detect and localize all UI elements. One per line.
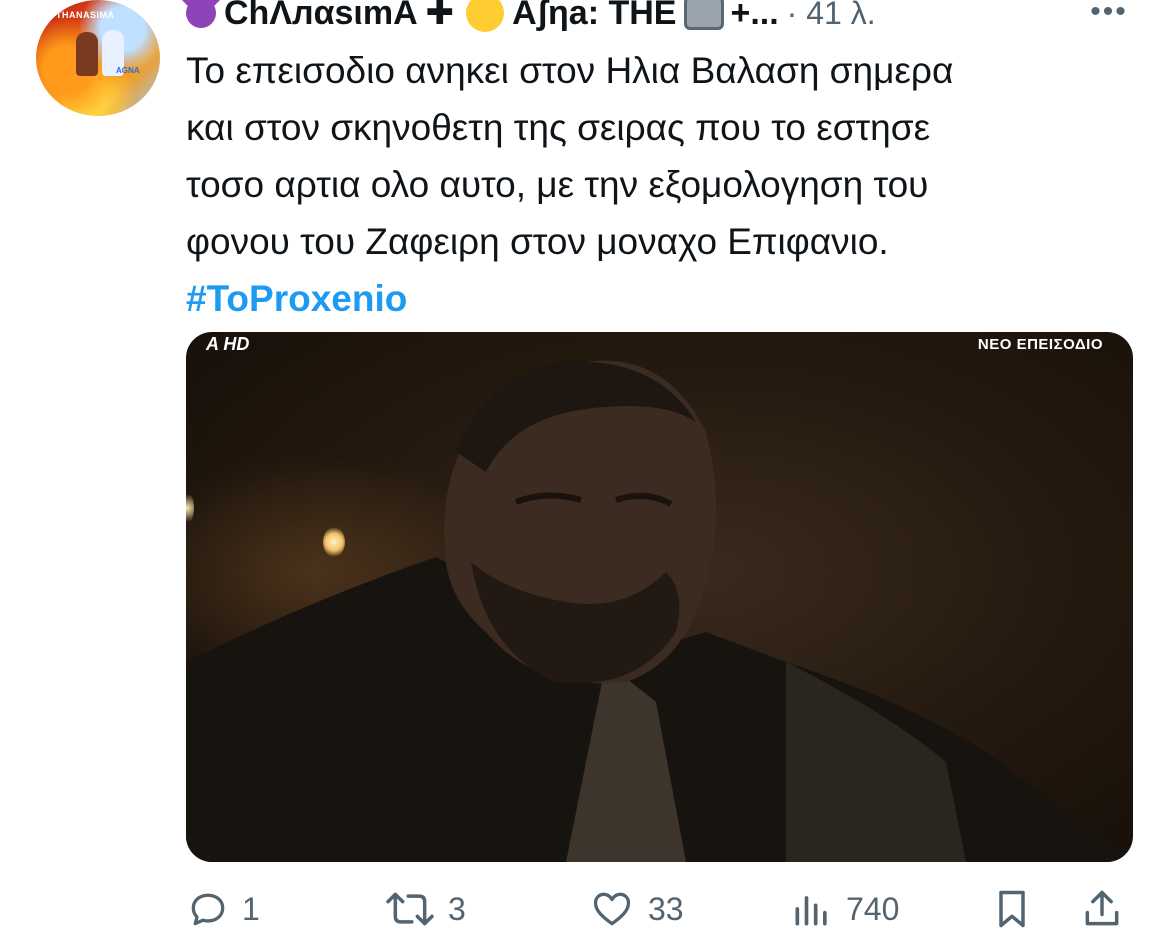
like-button[interactable]: 33	[588, 884, 684, 934]
tweet-media[interactable]: A HD ΝΕΟ ΕΠΕΙΣΟΔΙΟ	[186, 332, 1133, 862]
tweet-text-line: φονου του Ζαφειρη στον μοναχο Επιφανιο.	[186, 221, 889, 262]
display-name[interactable]: ChΛлαsιmA	[224, 0, 418, 33]
like-icon	[593, 892, 631, 926]
smile-emoji-icon	[466, 0, 505, 32]
bookmark-button[interactable]	[990, 884, 1034, 934]
tweet-time[interactable]: · 41 λ.	[787, 0, 876, 32]
avatar-label: THANASIMA	[56, 10, 115, 20]
avatar-figure	[76, 32, 98, 76]
tv-emoji-icon	[684, 0, 725, 30]
share-button[interactable]	[1080, 884, 1124, 934]
devil-emoji-icon	[186, 0, 216, 28]
avatar-label: AGNA	[116, 66, 140, 75]
views-icon	[795, 896, 827, 926]
reply-count: 1	[242, 890, 260, 927]
more-icon[interactable]: •••	[1086, 0, 1132, 27]
cross-emoji-icon: ✚	[425, 0, 455, 32]
reply-icon	[191, 893, 225, 926]
retweet-button[interactable]: 3	[384, 884, 466, 934]
tweet-text-line: Το επεισοδιο ανηκει στον Ηλια Βαλαση σημ…	[186, 50, 954, 91]
views-count: 740	[846, 890, 900, 927]
display-name-part[interactable]: Aʃηa: THE	[512, 0, 676, 33]
tweet-text-line: και στον σκηνοθετη της σειρας που το εστ…	[186, 107, 931, 148]
tweet-header: ChΛлαsιmA ✚ Aʃηa: THE +... · 41 λ.	[186, 0, 1066, 38]
bookmark-icon	[999, 890, 1025, 928]
display-name-more[interactable]: +...	[730, 0, 778, 33]
channel-logo: A HD	[206, 334, 250, 354]
reply-button[interactable]: 1	[186, 884, 260, 934]
tweet-text-line: τοσο αρτια ολο αυτο, με την εξομολογηση …	[186, 164, 929, 205]
tweet-text: Το επεισοδιο ανηκει στον Ηλια Βαλαση σημ…	[186, 42, 1126, 327]
retweet-icon	[386, 892, 434, 926]
tweet-actions: 1 3 33 740	[186, 884, 1136, 934]
like-count: 33	[648, 890, 684, 927]
retweet-count: 3	[448, 890, 466, 927]
views-button[interactable]: 740	[790, 884, 899, 934]
avatar[interactable]: THANASIMA AGNA	[36, 0, 160, 116]
hashtag-link[interactable]: #ToProxenio	[186, 270, 1126, 327]
media-person	[186, 360, 1133, 862]
share-icon	[1085, 890, 1119, 926]
new-episode-badge: ΝΕΟ ΕΠΕΙΣΟΔΙΟ	[977, 336, 1103, 353]
